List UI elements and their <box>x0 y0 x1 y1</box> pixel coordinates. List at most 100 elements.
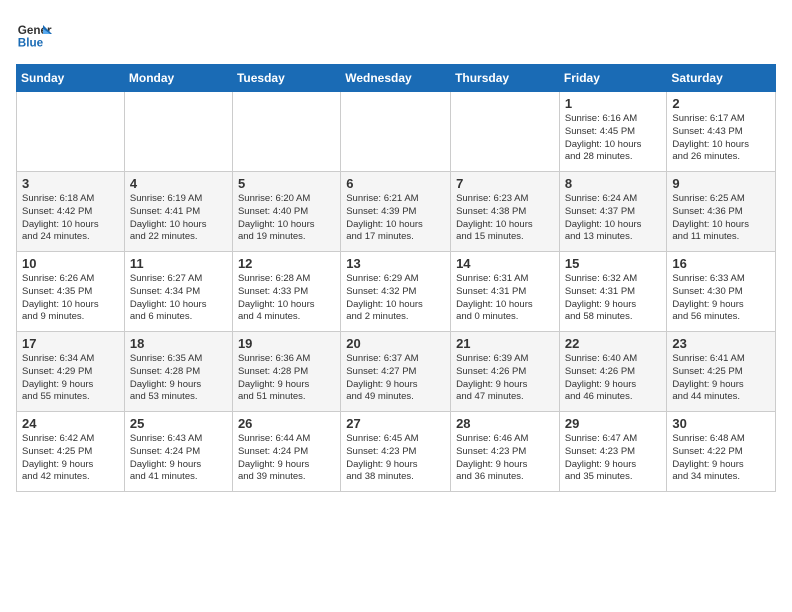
day-cell-27: 27Sunrise: 6:45 AMSunset: 4:23 PMDayligh… <box>341 412 451 492</box>
empty-cell <box>451 92 560 172</box>
empty-cell <box>232 92 340 172</box>
day-info: Sunrise: 6:39 AMSunset: 4:26 PMDaylight:… <box>456 353 554 404</box>
day-cell-20: 20 Sunrise: 6:37 AMSunset: 4:27 PMDayligh… <box>341 332 451 412</box>
day-cell-3: 3 Sunrise: 6:18 AMSunset: 4:42 PMDaylight… <box>17 172 125 252</box>
week-row-5: 24Sunrise: 6:42 AMSunset: 4:25 PMDayligh… <box>17 412 776 492</box>
day-info: Sunrise: 6:46 AMSunset: 4:23 PMDaylight:… <box>456 433 554 484</box>
day-info: Sunrise: 6:24 AMSunset: 4:37 PMDaylight:… <box>565 193 662 244</box>
day-number: 11 <box>130 256 227 271</box>
days-header-row: SundayMondayTuesdayWednesdayThursdayFrid… <box>17 65 776 92</box>
day-cell-2: 2 Sunrise: 6:17 AMSunset: 4:43 PMDaylight… <box>667 92 776 172</box>
day-cell-6: 6 Sunrise: 6:21 AMSunset: 4:39 PMDaylight… <box>341 172 451 252</box>
day-cell-5: 5 Sunrise: 6:20 AMSunset: 4:40 PMDaylight… <box>232 172 340 252</box>
day-info: Sunrise: 6:19 AMSunset: 4:41 PMDaylight:… <box>130 193 227 244</box>
day-info: Sunrise: 6:41 AMSunset: 4:25 PMDaylight:… <box>672 353 770 404</box>
day-info: Sunrise: 6:36 AMSunset: 4:28 PMDaylight:… <box>238 353 335 404</box>
empty-cell <box>341 92 451 172</box>
day-number: 6 <box>346 176 445 191</box>
day-number: 13 <box>346 256 445 271</box>
day-number: 9 <box>672 176 770 191</box>
day-number: 7 <box>456 176 554 191</box>
svg-text:Blue: Blue <box>18 37 44 50</box>
day-info: Sunrise: 6:32 AMSunset: 4:31 PMDaylight:… <box>565 273 662 324</box>
day-info: Sunrise: 6:27 AMSunset: 4:34 PMDaylight:… <box>130 273 227 324</box>
day-cell-21: 21 Sunrise: 6:39 AMSunset: 4:26 PMDayligh… <box>451 332 560 412</box>
day-number: 25 <box>130 416 227 431</box>
day-cell-26: 26 Sunrise: 6:44 AMSunset: 4:24 PMDayligh… <box>232 412 340 492</box>
day-cell-8: 8 Sunrise: 6:24 AMSunset: 4:37 PMDaylight… <box>559 172 667 252</box>
day-info: Sunrise: 6:25 AMSunset: 4:36 PMDaylight:… <box>672 193 770 244</box>
empty-cell <box>124 92 232 172</box>
day-number: 18 <box>130 336 227 351</box>
day-cell-25: 25 Sunrise: 6:43 AMSunset: 4:24 PMDayligh… <box>124 412 232 492</box>
week-row-3: 10 Sunrise: 6:26 AMSunset: 4:35 PMDayligh… <box>17 252 776 332</box>
day-number: 5 <box>238 176 335 191</box>
day-number: 1 <box>565 96 662 111</box>
day-number: 23 <box>672 336 770 351</box>
day-number: 10 <box>22 256 119 271</box>
day-info: Sunrise: 6:44 AMSunset: 4:24 PMDaylight:… <box>238 433 335 484</box>
day-info: Sunrise: 6:21 AMSunset: 4:39 PMDaylight:… <box>346 193 445 244</box>
day-cell-15: 15 Sunrise: 6:32 AMSunset: 4:31 PMDayligh… <box>559 252 667 332</box>
day-cell-7: 7Sunrise: 6:23 AMSunset: 4:38 PMDaylight… <box>451 172 560 252</box>
day-number: 16 <box>672 256 770 271</box>
day-header-thursday: Thursday <box>451 65 560 92</box>
week-row-1: 1 Sunrise: 6:16 AMSunset: 4:45 PMDaylight… <box>17 92 776 172</box>
day-info: Sunrise: 6:47 AMSunset: 4:23 PMDaylight:… <box>565 433 662 484</box>
day-number: 28 <box>456 416 554 431</box>
empty-cell <box>17 92 125 172</box>
day-info: Sunrise: 6:16 AMSunset: 4:45 PMDaylight:… <box>565 113 662 164</box>
day-cell-22: 22 Sunrise: 6:40 AMSunset: 4:26 PMDayligh… <box>559 332 667 412</box>
day-info: Sunrise: 6:43 AMSunset: 4:24 PMDaylight:… <box>130 433 227 484</box>
day-number: 4 <box>130 176 227 191</box>
week-row-2: 3 Sunrise: 6:18 AMSunset: 4:42 PMDaylight… <box>17 172 776 252</box>
day-number: 14 <box>456 256 554 271</box>
day-info: Sunrise: 6:20 AMSunset: 4:40 PMDaylight:… <box>238 193 335 244</box>
day-header-sunday: Sunday <box>17 65 125 92</box>
day-cell-13: 13 Sunrise: 6:29 AMSunset: 4:32 PMDayligh… <box>341 252 451 332</box>
day-info: Sunrise: 6:28 AMSunset: 4:33 PMDaylight:… <box>238 273 335 324</box>
day-info: Sunrise: 6:18 AMSunset: 4:42 PMDaylight:… <box>22 193 119 244</box>
day-info: Sunrise: 6:45 AMSunset: 4:23 PMDaylight:… <box>346 433 445 484</box>
day-cell-29: 29 Sunrise: 6:47 AMSunset: 4:23 PMDayligh… <box>559 412 667 492</box>
day-number: 26 <box>238 416 335 431</box>
day-header-tuesday: Tuesday <box>232 65 340 92</box>
day-cell-23: 23 Sunrise: 6:41 AMSunset: 4:25 PMDayligh… <box>667 332 776 412</box>
day-cell-18: 18 Sunrise: 6:35 AMSunset: 4:28 PMDayligh… <box>124 332 232 412</box>
logo-icon: General Blue <box>16 16 52 52</box>
day-number: 15 <box>565 256 662 271</box>
day-info: Sunrise: 6:29 AMSunset: 4:32 PMDaylight:… <box>346 273 445 324</box>
day-cell-9: 9 Sunrise: 6:25 AMSunset: 4:36 PMDaylight… <box>667 172 776 252</box>
day-number: 17 <box>22 336 119 351</box>
day-number: 22 <box>565 336 662 351</box>
day-cell-17: 17 Sunrise: 6:34 AMSunset: 4:29 PMDayligh… <box>17 332 125 412</box>
day-cell-10: 10 Sunrise: 6:26 AMSunset: 4:35 PMDayligh… <box>17 252 125 332</box>
day-info: Sunrise: 6:17 AMSunset: 4:43 PMDaylight:… <box>672 113 770 164</box>
day-cell-14: 14Sunrise: 6:31 AMSunset: 4:31 PMDayligh… <box>451 252 560 332</box>
day-number: 19 <box>238 336 335 351</box>
day-number: 3 <box>22 176 119 191</box>
day-header-monday: Monday <box>124 65 232 92</box>
day-cell-11: 11 Sunrise: 6:27 AMSunset: 4:34 PMDayligh… <box>124 252 232 332</box>
day-info: Sunrise: 6:40 AMSunset: 4:26 PMDaylight:… <box>565 353 662 404</box>
day-info: Sunrise: 6:48 AMSunset: 4:22 PMDaylight:… <box>672 433 770 484</box>
day-header-wednesday: Wednesday <box>341 65 451 92</box>
day-cell-16: 16Sunrise: 6:33 AMSunset: 4:30 PMDayligh… <box>667 252 776 332</box>
day-cell-4: 4 Sunrise: 6:19 AMSunset: 4:41 PMDaylight… <box>124 172 232 252</box>
day-number: 21 <box>456 336 554 351</box>
day-info: Sunrise: 6:34 AMSunset: 4:29 PMDaylight:… <box>22 353 119 404</box>
day-number: 2 <box>672 96 770 111</box>
logo: General Blue <box>16 16 56 52</box>
day-cell-1: 1 Sunrise: 6:16 AMSunset: 4:45 PMDaylight… <box>559 92 667 172</box>
day-number: 8 <box>565 176 662 191</box>
day-cell-19: 19 Sunrise: 6:36 AMSunset: 4:28 PMDayligh… <box>232 332 340 412</box>
day-info: Sunrise: 6:37 AMSunset: 4:27 PMDaylight:… <box>346 353 445 404</box>
day-cell-12: 12Sunrise: 6:28 AMSunset: 4:33 PMDayligh… <box>232 252 340 332</box>
week-row-4: 17 Sunrise: 6:34 AMSunset: 4:29 PMDayligh… <box>17 332 776 412</box>
day-info: Sunrise: 6:26 AMSunset: 4:35 PMDaylight:… <box>22 273 119 324</box>
day-number: 29 <box>565 416 662 431</box>
day-header-saturday: Saturday <box>667 65 776 92</box>
day-number: 20 <box>346 336 445 351</box>
day-header-friday: Friday <box>559 65 667 92</box>
day-info: Sunrise: 6:35 AMSunset: 4:28 PMDaylight:… <box>130 353 227 404</box>
